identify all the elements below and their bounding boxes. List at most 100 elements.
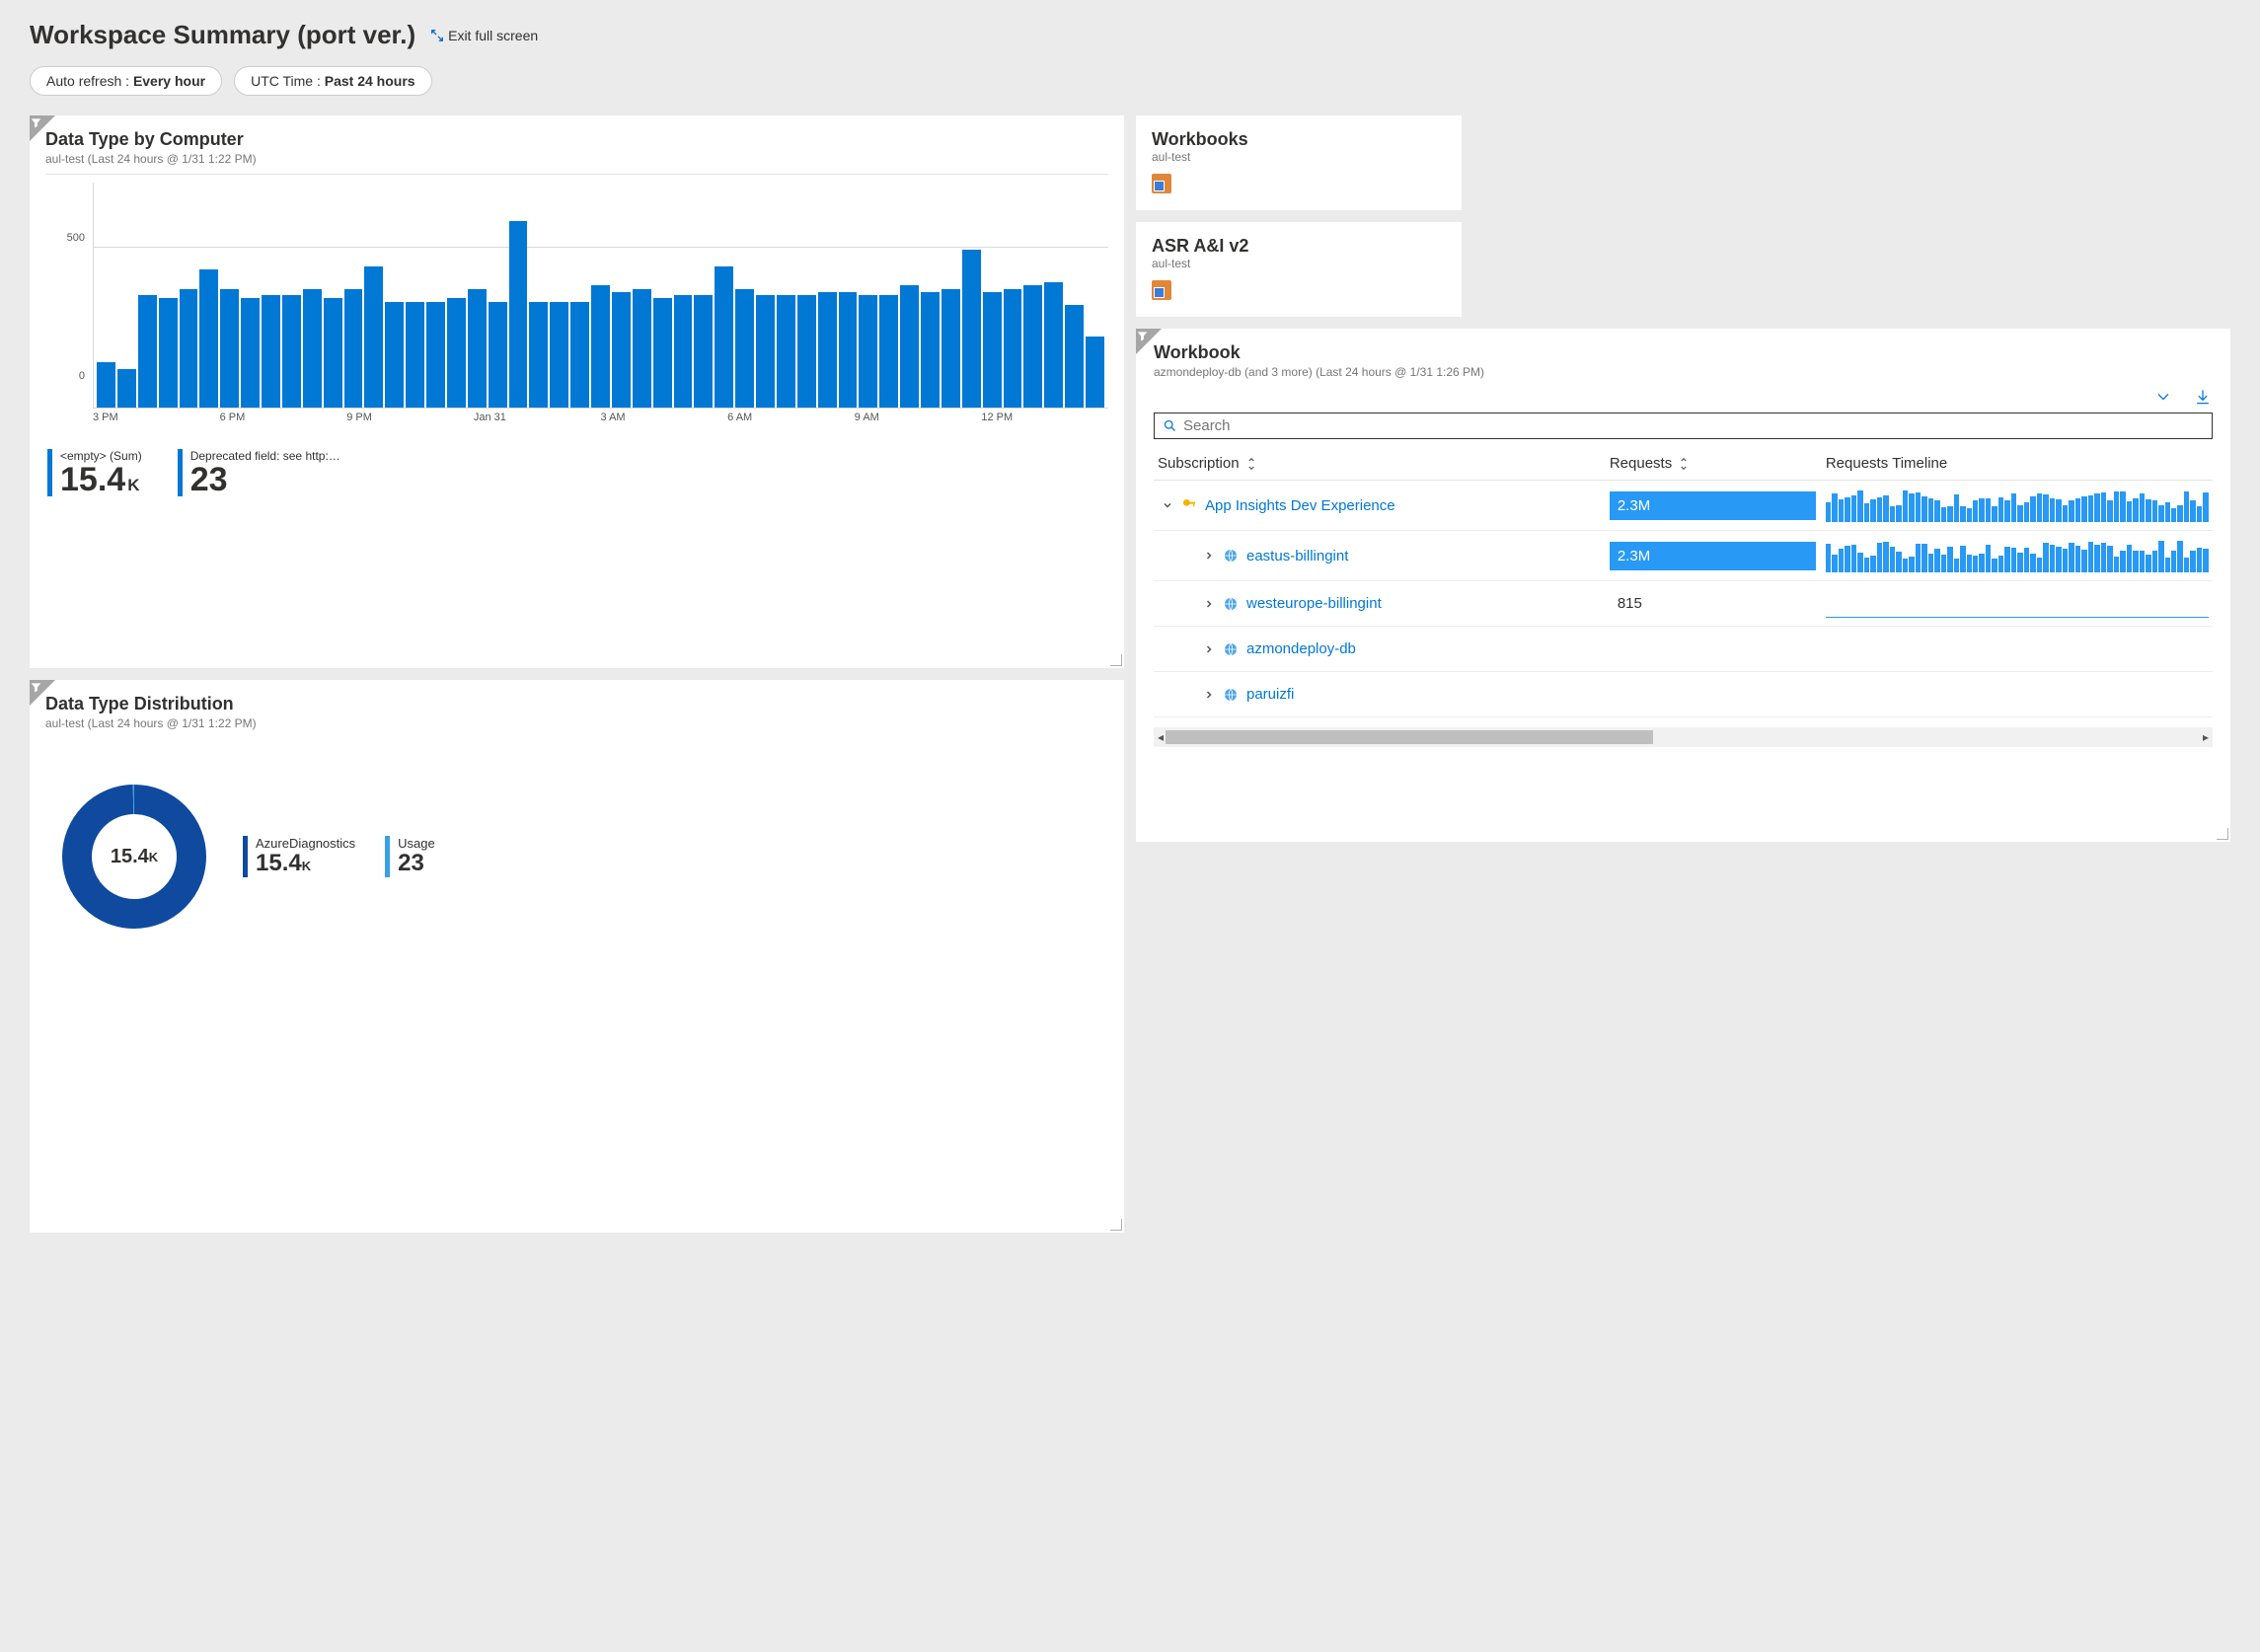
tile-subtitle: aul-test (Last 24 hours @ 1/31 1:22 PM) [45,716,1108,730]
workbook-icon [1152,280,1171,300]
sort-icon [1678,458,1690,470]
x-tick: 3 AM [601,412,728,433]
scroll-thumb[interactable] [1166,730,1653,744]
filter-corner-button[interactable] [30,680,55,706]
bar [138,295,157,408]
table-header: Subscription Requests Requests Timeline [1154,447,2213,481]
utc-time-pill[interactable]: UTC Time : Past 24 hours [234,66,432,96]
subscription-link[interactable]: azmondeploy-db [1246,640,1356,657]
filter-corner-button[interactable] [1136,329,1162,354]
bar [591,285,610,408]
chevron-down-icon[interactable] [1162,499,1173,511]
metric-unit: K [127,476,139,494]
bar [633,289,651,409]
bar [1044,282,1063,408]
bar [570,302,589,408]
bar [509,221,528,408]
table-row[interactable]: paruizfi [1154,672,2213,717]
bar [962,250,981,408]
search-input[interactable] [1183,417,2204,434]
x-tick: 6 PM [220,412,347,433]
resize-handle[interactable] [2215,826,2228,840]
donut-center-value: 15.4 [111,846,149,868]
sparkline [1826,590,2209,618]
bar [818,292,837,408]
sort-icon [1245,458,1257,470]
sparkline [1826,488,2209,522]
bar [1004,289,1022,409]
subscription-link[interactable]: App Insights Dev Experience [1205,497,1395,514]
table-row[interactable]: westeurope-billingint815 [1154,581,2213,627]
exit-fullscreen-button[interactable]: Exit full screen [430,28,538,43]
chevron-right-icon[interactable] [1203,598,1215,610]
resize-handle[interactable] [1108,1217,1122,1231]
bar-chart[interactable]: 0 500 3 PM6 PM9 PMJan 313 AM6 AM9 AM12 P… [45,183,1108,439]
key-icon [1181,497,1197,513]
table-row[interactable]: eastus-billingint2.3M [1154,531,2213,581]
bar [735,289,754,409]
bar [385,302,404,408]
bar [180,289,198,409]
workbook-icon [1152,174,1171,193]
chevron-right-icon[interactable] [1203,550,1215,562]
x-tick: 9 AM [855,412,982,433]
legend-usage: Usage 23 [385,836,435,876]
tile-workbooks[interactable]: Workbooks aul-test [1136,115,1462,210]
bar [344,289,363,409]
metric-stripe [47,449,52,496]
search-field[interactable] [1154,413,2213,439]
subscription-link[interactable]: eastus-billingint [1246,548,1348,564]
download-icon[interactable] [2193,387,2213,407]
divider [45,174,1108,175]
bar [879,295,898,408]
filter-corner-button[interactable] [30,115,55,141]
bar [777,295,795,408]
tile-data-type-by-computer: Data Type by Computer aul-test (Last 24 … [30,115,1124,668]
legend-label: Usage [398,836,435,851]
chevron-right-icon[interactable] [1203,689,1215,701]
horizontal-scrollbar[interactable]: ◂ ▸ [1154,727,2213,747]
bar [653,298,672,408]
scroll-right-arrow[interactable]: ▸ [2199,730,2213,744]
bar [1086,337,1104,408]
chevron-down-icon[interactable] [2153,387,2173,407]
bar [1023,285,1042,408]
tile-title: Data Type by Computer [45,129,1108,150]
column-subscription[interactable]: Subscription [1158,455,1600,472]
bar [489,302,507,408]
column-requests[interactable]: Requests [1610,455,1816,472]
collapse-icon [430,29,444,42]
metric-value: 15.4 [60,461,125,498]
legend-value: 23 [398,850,424,876]
donut-chart[interactable]: 15.4K [55,778,213,936]
bar [303,289,322,409]
bar [468,289,487,409]
subscription-link[interactable]: westeurope-billingint [1246,595,1382,612]
bar [756,295,775,408]
bar [220,289,239,409]
bar [694,295,713,408]
table-row[interactable]: App Insights Dev Experience2.3M [1154,481,2213,531]
tile-subtitle: aul-test [1152,150,1446,164]
bar [839,292,858,408]
tile-asr-ai-v2[interactable]: ASR A&I v2 aul-test [1136,222,1462,317]
page-title: Workspace Summary (port ver.) [30,20,415,50]
metric-empty-sum: <empty> (Sum) 15.4K [47,449,142,496]
table-row[interactable]: azmondeploy-db [1154,627,2213,672]
chevron-right-icon[interactable] [1203,643,1215,655]
bar [529,302,548,408]
y-tick-0: 0 [79,370,85,382]
tile-title: Data Type Distribution [45,694,1108,714]
auto-refresh-pill[interactable]: Auto refresh : Every hour [30,66,222,96]
globe-icon [1223,548,1239,563]
bar [797,295,816,408]
bar [859,295,877,408]
legend-unit: K [302,859,311,873]
auto-refresh-value: Every hour [133,73,205,89]
bar [159,298,178,408]
bar [364,266,383,408]
donut-center-unit: K [149,850,158,864]
subscription-link[interactable]: paruizfi [1246,686,1294,703]
resize-handle[interactable] [1108,652,1122,666]
x-tick: 6 AM [727,412,855,433]
